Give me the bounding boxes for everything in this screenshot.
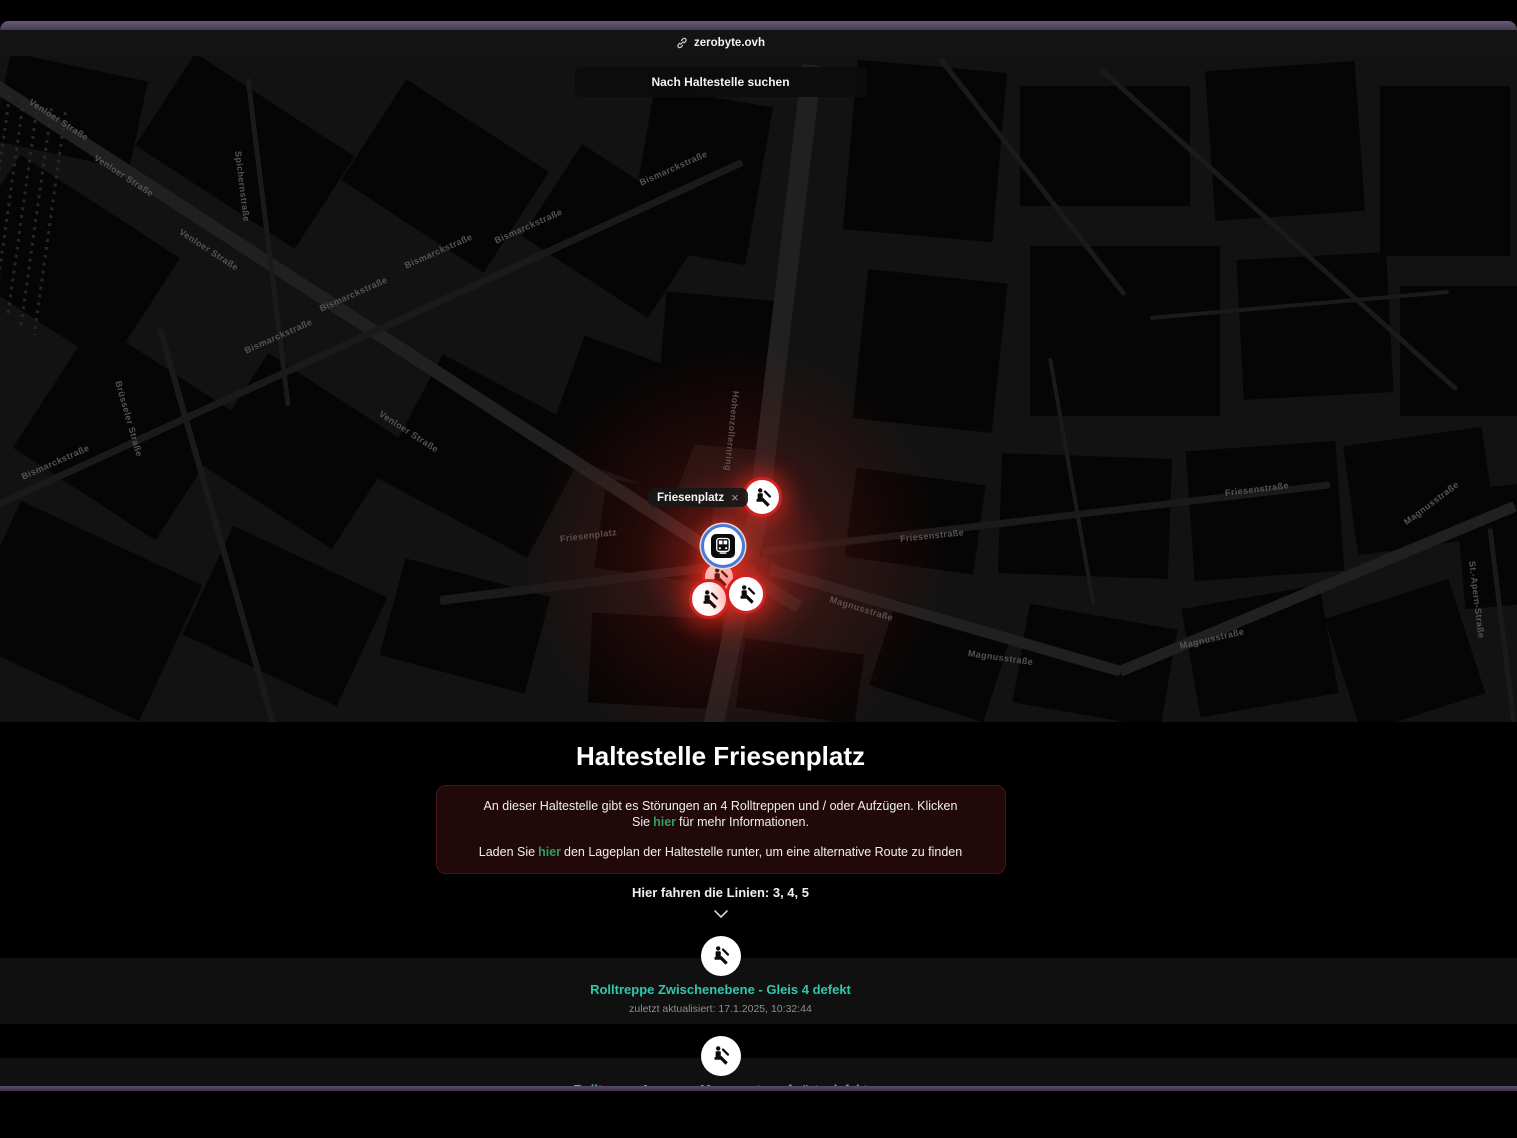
disruption-marker[interactable] bbox=[726, 574, 766, 614]
escalator-icon bbox=[701, 1036, 741, 1076]
building-shape bbox=[1182, 585, 1339, 718]
warning-text: den Lageplan der Haltestelle runter, um … bbox=[564, 845, 962, 859]
disruption-card: Rolltreppe Zwischenebene - Gleis 4 defek… bbox=[0, 958, 1517, 1024]
disruption-list: Rolltreppe Zwischenebene - Gleis 4 defek… bbox=[0, 958, 1517, 1086]
popup-close-icon[interactable]: × bbox=[731, 491, 739, 504]
building-shape bbox=[844, 467, 985, 574]
url-text[interactable]: zerobyte.ovh bbox=[694, 37, 765, 49]
building-shape bbox=[0, 501, 202, 721]
download-plan-link[interactable]: hier bbox=[538, 845, 561, 859]
warning-text: für mehr Informationen. bbox=[679, 815, 809, 829]
building-shape bbox=[843, 60, 1007, 242]
building-shape bbox=[1455, 483, 1517, 610]
escalator-icon bbox=[701, 936, 741, 976]
building-shape bbox=[13, 322, 237, 540]
station-popup: Friesenplatz × bbox=[648, 488, 748, 507]
building-shape bbox=[1020, 86, 1190, 206]
tram-icon bbox=[711, 534, 735, 558]
building-shape bbox=[588, 613, 723, 710]
popup-label: Friesenplatz bbox=[657, 492, 724, 504]
building-shape bbox=[1236, 252, 1393, 400]
building-shape bbox=[380, 558, 551, 693]
building-shape bbox=[198, 353, 403, 549]
building-shape bbox=[1030, 246, 1220, 416]
disruption-updated: zuletzt aktualisiert: 17.1.2025, 10:32:4… bbox=[0, 1003, 1479, 1015]
lines-info: Hier fahren die Linien: 3, 4, 5 bbox=[0, 885, 1479, 900]
disruption-link[interactable]: Rolltreppe Zwischenebene - Gleis 4 defek… bbox=[0, 982, 1479, 997]
building-shape bbox=[736, 638, 865, 722]
disruption-marker[interactable] bbox=[742, 477, 782, 517]
page-title: Haltestelle Friesenplatz bbox=[0, 741, 1479, 772]
building-shape bbox=[1205, 61, 1365, 221]
building-shape bbox=[1325, 579, 1486, 722]
url-toolbar: zerobyte.ovh bbox=[0, 30, 1517, 56]
link-icon bbox=[676, 37, 688, 49]
station-panel: Haltestelle Friesenplatz An dieser Halte… bbox=[0, 722, 1517, 1086]
chevron-down-icon[interactable] bbox=[0, 906, 1479, 924]
disruption-marker[interactable] bbox=[689, 579, 729, 619]
warning-line-2: Laden Siehierden Lageplan der Haltestell… bbox=[457, 845, 985, 861]
search-input[interactable] bbox=[575, 67, 867, 97]
map[interactable]: Venloer StraßeVenloer StraßeVenloer Stra… bbox=[0, 56, 1517, 722]
disruption-card: Rolltreppe Ausgang Magnusstr. aufwärts d… bbox=[0, 1058, 1517, 1086]
warning-box: An dieser Haltestelle gibt es Störungen … bbox=[436, 785, 1006, 874]
warning-line-1: An dieser Haltestelle gibt es Störungen … bbox=[457, 799, 985, 830]
info-link[interactable]: hier bbox=[653, 815, 676, 829]
building-shape bbox=[1186, 441, 1345, 581]
window-bottom-border bbox=[0, 1086, 1517, 1091]
building-shape bbox=[853, 269, 1008, 433]
window-top-border bbox=[0, 21, 1517, 30]
app-window: zerobyte.ovh Venloer StraßeVenloer Straß… bbox=[0, 0, 1517, 1138]
building-shape bbox=[1380, 86, 1510, 256]
warning-text: Laden Sie bbox=[479, 845, 535, 859]
building-shape bbox=[183, 526, 388, 707]
station-marker[interactable] bbox=[701, 524, 745, 568]
